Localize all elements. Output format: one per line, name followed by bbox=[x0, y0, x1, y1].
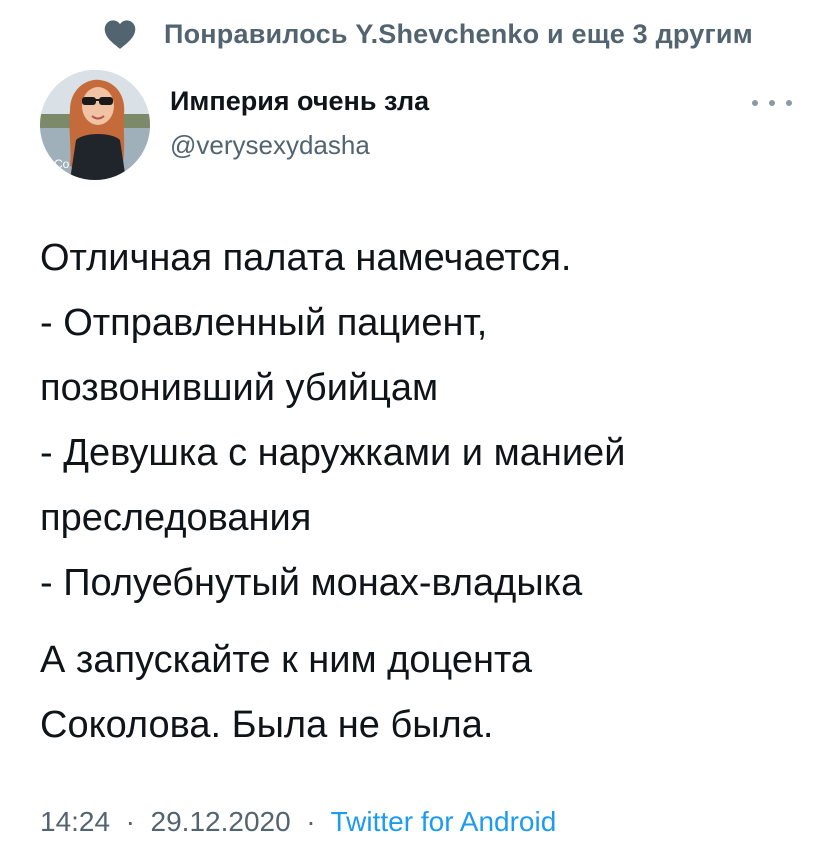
tweet-date[interactable]: 29.12.2020 bbox=[151, 806, 291, 837]
tweet-source-link[interactable]: Twitter for Android bbox=[331, 806, 557, 837]
tweet-card: Понравилось Y.Shevchenko и еще 3 другим … bbox=[0, 0, 828, 866]
meta-separator: · bbox=[117, 806, 143, 837]
tweet-paragraph-1: Отличная палата намечается. - Отправленн… bbox=[40, 226, 800, 616]
more-options-button[interactable] bbox=[752, 92, 792, 114]
tweet-line: преследования bbox=[40, 497, 312, 539]
tweet-text: Отличная палата намечается. - Отправленн… bbox=[40, 226, 800, 758]
more-dot-icon bbox=[786, 100, 792, 106]
tweet-line: - Девушка с наружками и манией bbox=[40, 432, 626, 474]
tweet-line: Отличная палата намечается. bbox=[40, 237, 572, 279]
meta-separator: · bbox=[298, 806, 324, 837]
tweet-line: А запускайте к ним доцента bbox=[40, 639, 533, 681]
tweet-line: - Отправленный пациент, bbox=[40, 302, 488, 344]
avatar-overlay-text: Co bbox=[54, 157, 70, 171]
liked-by-text: Понравилось Y.Shevchenko и еще 3 другим bbox=[164, 18, 753, 49]
display-name[interactable]: Империя очень зла bbox=[170, 86, 429, 117]
user-handle[interactable]: @verysexydasha bbox=[170, 130, 370, 161]
social-context[interactable]: Понравилось Y.Shevchenko и еще 3 другим bbox=[102, 14, 753, 54]
avatar[interactable]: Co bbox=[40, 70, 150, 180]
more-dot-icon bbox=[769, 100, 775, 106]
tweet-line: Соколова. Была не была. bbox=[40, 704, 494, 746]
tweet-time[interactable]: 14:24 bbox=[40, 806, 110, 837]
tweet-line: - Полуебнутый монах-владыка bbox=[40, 562, 583, 604]
avatar-image: Co bbox=[40, 70, 150, 180]
tweet-meta: 14:24 · 29.12.2020 · Twitter for Android bbox=[40, 806, 556, 838]
tweet-line: позвонивший убийцам bbox=[40, 367, 439, 409]
heart-icon bbox=[104, 20, 136, 49]
tweet-paragraph-2: А запускайте к ним доцента Соколова. Был… bbox=[40, 628, 800, 758]
more-dot-icon bbox=[752, 100, 758, 106]
